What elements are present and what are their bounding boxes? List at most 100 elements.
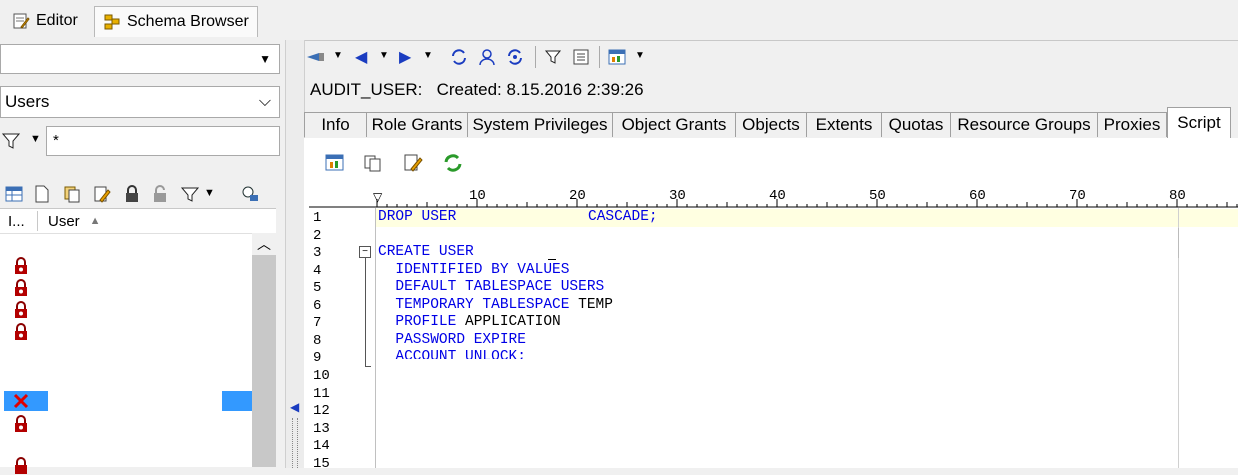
vertical-scrollbar[interactable]: ︿ <box>252 233 276 467</box>
ruler-label: 80 <box>1169 188 1186 204</box>
filter-funnel-button[interactable]: ▼ <box>1 131 42 151</box>
user-grid: I... User ▲ ︿ <box>0 208 276 474</box>
copy-icon[interactable] <box>362 152 384 179</box>
filter-icon[interactable] <box>543 47 563 67</box>
line-number: 10 <box>313 368 330 384</box>
current-line-highlight <box>376 209 1238 227</box>
user-locked-icon <box>15 257 27 274</box>
collapse-left-icon[interactable]: ◀ <box>290 400 299 414</box>
object-type-combo[interactable]: Users ⌵ <box>0 86 280 118</box>
copy-icon[interactable] <box>62 184 82 204</box>
editor-icon <box>12 12 30 30</box>
line-number: 6 <box>313 298 322 314</box>
tab-info[interactable]: Info <box>304 112 367 137</box>
sort-ascending-icon: ▲ <box>89 215 101 227</box>
tab-editor[interactable]: Editor <box>4 6 86 36</box>
tab-objects[interactable]: Objects <box>735 112 807 137</box>
dropdown-arrow-icon[interactable]: ▼ <box>635 50 645 70</box>
refresh-icon[interactable] <box>449 47 469 67</box>
dropdown-arrow-icon[interactable]: ▼ <box>379 50 389 70</box>
toolbar-separator <box>535 46 536 68</box>
tab-object-grants[interactable]: Object Grants <box>612 112 736 137</box>
code-line-5: DEFAULT TABLESPACE USERS <box>378 279 605 295</box>
column-header-user-label: User <box>48 212 80 230</box>
fold-guide-end <box>365 366 371 367</box>
forward-arrow-icon[interactable]: ▶ <box>399 47 411 67</box>
schema-browser-left-pane: ▼ Users ⌵ ▼ * ▼ I... User ▲ ︿ <box>0 40 285 474</box>
dropdown-arrow-icon[interactable]: ▼ <box>333 50 343 70</box>
filter-funnel-icon <box>1 131 21 149</box>
refresh-green-icon[interactable] <box>442 152 464 179</box>
line-number: 13 <box>313 421 330 437</box>
line-number: 12 <box>313 403 330 419</box>
column-header-user[interactable]: User ▲ <box>48 209 101 233</box>
table-row-selected-cell[interactable] <box>222 391 252 411</box>
code-line-7: PROFILE APPLICATION <box>378 314 561 330</box>
user-locked-icon <box>15 323 27 340</box>
dropdown-arrow-icon: ▼ <box>259 52 271 66</box>
ruler-label: 70 <box>1069 188 1086 204</box>
schema-compare-icon[interactable] <box>240 184 260 204</box>
code-line-6-value: TEMP <box>569 297 613 313</box>
schema-browser-icon <box>103 13 121 31</box>
ruler-label: 10 <box>469 188 486 204</box>
filter-icon[interactable] <box>180 184 200 204</box>
back-arrow-icon[interactable]: ◀ <box>355 47 367 67</box>
tab-system-privileges[interactable]: System Privileges <box>467 112 613 137</box>
editor-ruler: 10 20 30 40 50 60 70 80 ▽ <box>309 188 1238 208</box>
tab-schema-browser-label: Schema Browser <box>127 13 249 30</box>
code-line-4: IDENTIFIED BY VALUES <box>378 262 570 278</box>
ruler-label: 50 <box>869 188 886 204</box>
grid-icon[interactable] <box>4 184 24 204</box>
column-header-icon-label: I... <box>8 212 25 230</box>
tab-extents[interactable]: Extents <box>806 112 882 137</box>
line-number: 9 <box>313 350 322 366</box>
filter-input[interactable]: * <box>46 126 280 156</box>
detail-toolbar: ▼ ◀ ▼ ▶ ▼ ▼ <box>303 40 1238 74</box>
code-line-9: ACCOUNT UNLOCK; <box>378 349 526 359</box>
code-line-7-value: APPLICATION <box>456 314 561 330</box>
dropdown-arrow-icon: ▼ <box>30 133 41 145</box>
margin-guide <box>1178 228 1179 258</box>
toolbar-separator <box>599 46 600 68</box>
code-line-3: CREATE USER <box>378 244 474 260</box>
lock-icon[interactable] <box>122 184 142 204</box>
user-expired-icon <box>13 393 29 409</box>
line-number: 3 <box>313 245 322 261</box>
load-in-editor-icon[interactable] <box>324 152 346 179</box>
edit-script-icon[interactable] <box>402 152 424 179</box>
fold-collapse-icon[interactable]: − <box>359 246 371 258</box>
line-number: 2 <box>313 228 322 244</box>
text-cursor-underscore <box>548 259 556 260</box>
code-line-6: TEMPORARY TABLESPACE TEMP <box>378 297 613 313</box>
new-document-icon[interactable] <box>32 184 52 204</box>
edit-icon[interactable] <box>92 184 112 204</box>
schema-combo[interactable]: ▼ <box>0 44 280 74</box>
object-filter-icon[interactable] <box>305 47 327 67</box>
tab-schema-browser[interactable]: Schema Browser <box>94 6 258 37</box>
line-number: 11 <box>313 386 330 402</box>
schema-report-icon[interactable] <box>607 47 627 67</box>
scroll-up-icon[interactable]: ︿ <box>252 233 276 255</box>
line-number: 1 <box>313 210 322 226</box>
user-locked-icon <box>15 415 27 432</box>
tab-role-grants[interactable]: Role Grants <box>366 112 468 137</box>
refresh-all-icon[interactable] <box>505 47 525 67</box>
unlock-icon[interactable] <box>150 184 170 204</box>
document-tab-strip: Editor Schema Browser <box>0 0 1238 41</box>
filter-input-value: * <box>53 132 59 149</box>
table-row-selected[interactable] <box>4 391 48 411</box>
tab-proxies[interactable]: Proxies <box>1097 112 1167 137</box>
dropdown-arrow-icon[interactable]: ▼ <box>423 50 433 70</box>
tab-script[interactable]: Script <box>1167 107 1231 138</box>
dropdown-arrow-icon[interactable]: ▼ <box>204 187 224 207</box>
chevron-down-icon: ⌵ <box>258 93 271 110</box>
list-icon[interactable] <box>571 47 591 67</box>
pane-splitter[interactable]: ◀ <box>285 40 305 468</box>
tab-resource-groups[interactable]: Resource Groups <box>950 112 1098 137</box>
column-header-icon[interactable]: I... <box>8 209 25 233</box>
refresh-user-icon[interactable] <box>477 47 497 67</box>
user-locked-icon <box>15 457 27 474</box>
left-toolbar: ▼ <box>4 184 280 206</box>
tab-quotas[interactable]: Quotas <box>881 112 951 137</box>
